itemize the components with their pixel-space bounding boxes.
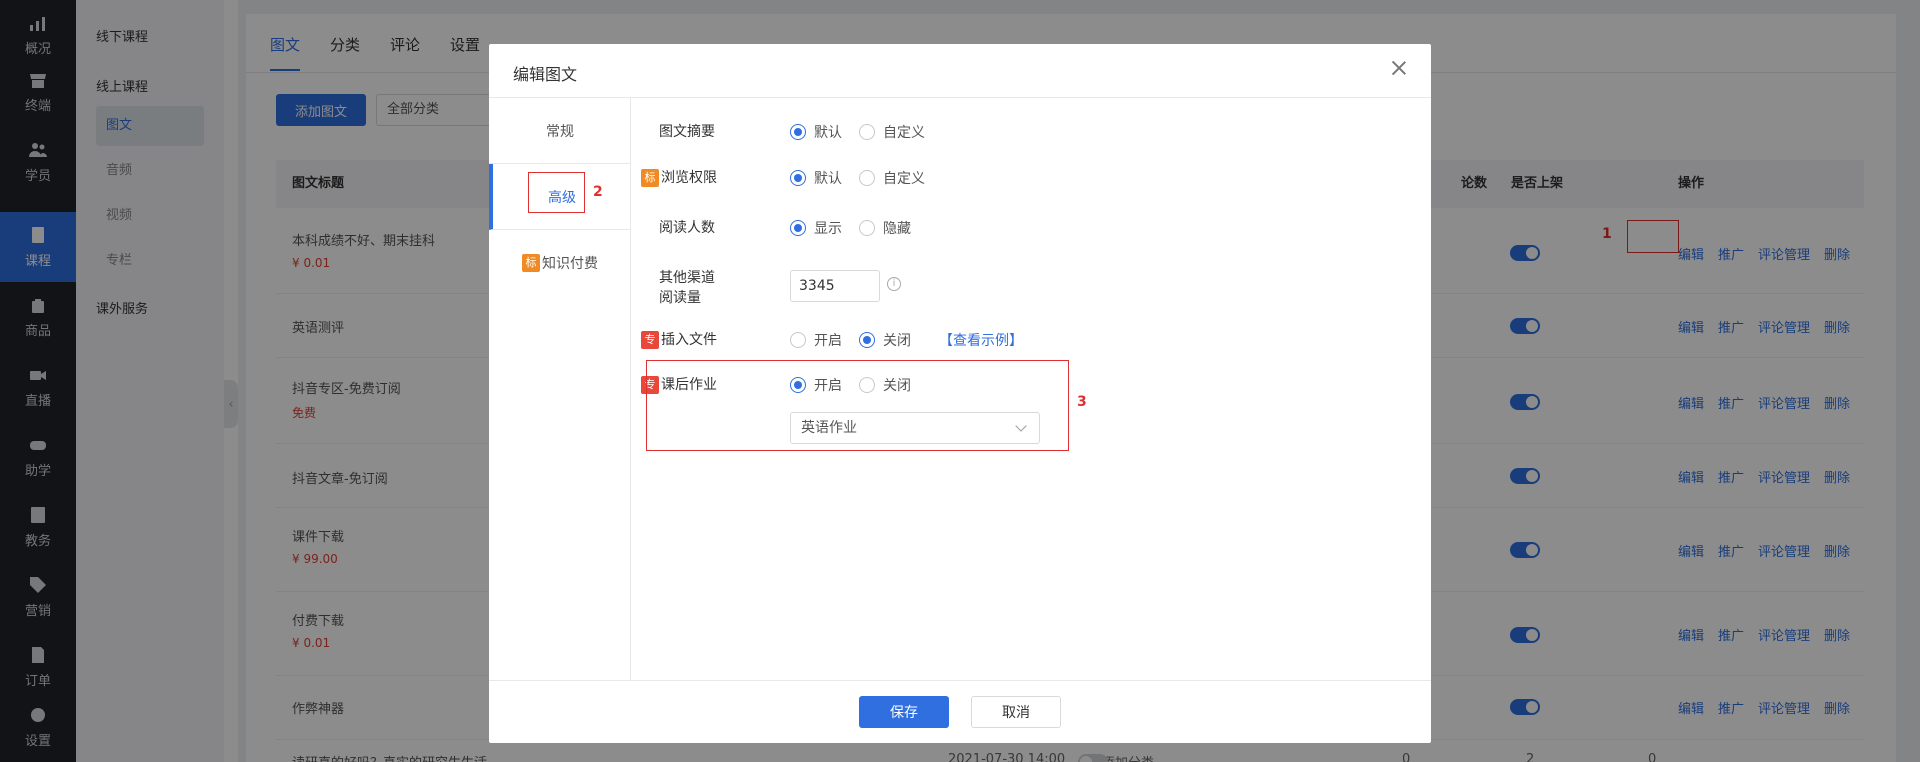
close-icon[interactable] <box>1389 58 1409 78</box>
view-example-link[interactable]: 【查看示例】 <box>939 330 1023 350</box>
annotation-number-3: 3 <box>1077 394 1087 410</box>
side-tab-normal[interactable]: 常规 <box>489 98 631 164</box>
access-label-text: 浏览权限 <box>661 170 717 186</box>
annotation-box-3 <box>646 360 1069 451</box>
other-reads-label-line1: 其他渠道 <box>659 270 715 286</box>
insert-file-label-text: 插入文件 <box>661 332 717 348</box>
other-reads-input[interactable]: 3345 <box>790 270 880 302</box>
radio-label: 自定义 <box>883 125 925 141</box>
radio-unchecked <box>859 220 875 236</box>
readers-label: 阅读人数 <box>659 218 715 238</box>
pro-badge: 专 <box>641 331 659 349</box>
dialog-title: 编辑图文 <box>513 65 578 84</box>
summary-custom-radio[interactable]: 自定义 <box>859 122 925 142</box>
access-custom-radio[interactable]: 自定义 <box>859 168 925 188</box>
dialog-footer: 保存 取消 <box>489 680 1431 743</box>
radio-label: 开启 <box>814 333 842 349</box>
access-label: 标浏览权限 <box>641 168 717 188</box>
radio-checked <box>790 124 806 140</box>
radio-label: 显示 <box>814 221 842 237</box>
other-reads-label-line2: 阅读量 <box>659 290 701 306</box>
radio-unchecked <box>790 332 806 348</box>
radio-unchecked <box>859 170 875 186</box>
other-reads-label: 其他渠道 阅读量 <box>659 268 715 308</box>
info-icon[interactable]: i <box>887 277 901 291</box>
side-tab-paid-label: 知识付费 <box>542 256 598 272</box>
save-button[interactable]: 保存 <box>859 696 949 728</box>
radio-checked <box>859 332 875 348</box>
radio-label: 隐藏 <box>883 221 911 237</box>
radio-checked <box>790 220 806 236</box>
radio-checked <box>790 170 806 186</box>
insert-file-label: 专插入文件 <box>641 330 717 350</box>
radio-label: 自定义 <box>883 171 925 187</box>
annotation-number-2: 2 <box>593 184 603 200</box>
summary-default-radio[interactable]: 默认 <box>790 122 842 142</box>
standard-badge: 标 <box>641 169 659 187</box>
readers-hide-radio[interactable]: 隐藏 <box>859 218 911 238</box>
radio-unchecked <box>859 124 875 140</box>
radio-label: 默认 <box>814 125 842 141</box>
insert-file-off-radio[interactable]: 关闭 <box>859 330 911 350</box>
readers-label-text: 阅读人数 <box>659 220 715 236</box>
cancel-button[interactable]: 取消 <box>971 696 1061 728</box>
readers-show-radio[interactable]: 显示 <box>790 218 842 238</box>
radio-label: 默认 <box>814 171 842 187</box>
radio-label: 关闭 <box>883 333 911 349</box>
access-default-radio[interactable]: 默认 <box>790 168 842 188</box>
standard-badge: 标 <box>522 254 540 272</box>
summary-label-text: 图文摘要 <box>659 124 715 140</box>
insert-file-on-radio[interactable]: 开启 <box>790 330 842 350</box>
edit-article-dialog: 编辑图文 常规 高级 标 知识付费 2 图文摘要 默认 自定义 标浏览权限 默认… <box>489 44 1431 743</box>
side-tab-paid[interactable]: 标 知识付费 <box>489 230 631 296</box>
summary-label: 图文摘要 <box>659 122 715 142</box>
dialog-header: 编辑图文 <box>489 44 1431 98</box>
annotation-box-2 <box>528 172 585 213</box>
